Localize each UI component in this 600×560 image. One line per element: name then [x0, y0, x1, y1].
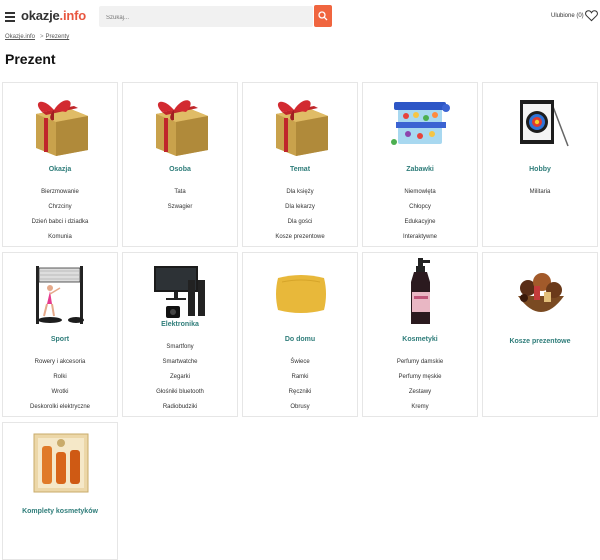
search-button[interactable] [314, 5, 332, 27]
tv-speakers-icon[interactable] [148, 258, 214, 328]
subcategory-link[interactable]: Dla lekarzy [243, 200, 357, 215]
subcategory-link[interactable]: Tata [123, 185, 237, 200]
search-icon [318, 11, 328, 21]
subcategory-link[interactable]: Dla gości [243, 215, 357, 230]
category-card: Okazja Bierzmowanie Chrzciny Dzień babci i … [2, 82, 118, 247]
subcategory-link[interactable]: Rowery i akcesoria [3, 355, 117, 370]
site-logo[interactable]: okazje.info [21, 8, 86, 23]
category-card: Do domu Świece Ramki Ręczniki Obrusy [242, 252, 358, 417]
subcategory-list: Perfumy damskie Perfumy męskie Zestawy Krem… [363, 355, 477, 415]
gift-box-icon[interactable] [148, 88, 214, 158]
breadcrumb-current[interactable]: Prezenty [46, 34, 70, 40]
category-title[interactable]: Hobby [483, 166, 597, 173]
category-card: Zabawki Niemowlęta Chłopcy Edukacyjne Intera… [362, 82, 478, 247]
subcategory-link[interactable]: Perfumy męskie [363, 370, 477, 385]
subcategory-link[interactable]: Chłopcy [363, 200, 477, 215]
heart-icon[interactable] [585, 9, 598, 22]
category-card: Hobby Militaria [482, 82, 598, 247]
cosmetic-bottle-icon[interactable] [388, 258, 454, 328]
category-card: Temat Dla księży Dla lekarzy Dla gości Kosze… [242, 82, 358, 247]
subcategory-link[interactable]: Wrotki [3, 385, 117, 400]
subcategory-list: Dla księży Dla lekarzy Dla gości Kosze prez… [243, 185, 357, 245]
archery-target-icon[interactable] [508, 88, 574, 158]
subcategory-link[interactable]: Ramki [243, 370, 357, 385]
cosmetic-set-icon[interactable] [28, 428, 94, 498]
subcategory-link[interactable]: Obrusy [243, 400, 357, 415]
category-card: Sport Rowery i akcesoria Rolki Wrotki Deskor… [2, 252, 118, 417]
category-title[interactable]: Do domu [243, 336, 357, 343]
subcategory-list: Bierzmowanie Chrzciny Dzień babci i dziadk… [3, 185, 117, 245]
gift-box-icon[interactable] [28, 88, 94, 158]
subcategory-list: Niemowlęta Chłopcy Edukacyjne Interaktywne [363, 185, 477, 245]
subcategory-list: Rowery i akcesoria Rolki Wrotki Deskorolki … [3, 355, 117, 415]
subcategory-link[interactable]: Perfumy damskie [363, 355, 477, 370]
breadcrumb: Okazje.info > Prezenty [5, 34, 69, 40]
subcategory-link[interactable]: Chrzciny [3, 200, 117, 215]
subcategory-link[interactable]: Bierzmowanie [3, 185, 117, 200]
logo-text: okazje [21, 8, 60, 23]
badminton-set-icon[interactable] [28, 258, 94, 328]
subcategory-link[interactable]: Deskorolki elektryczne [3, 400, 117, 415]
category-card: Elektronika Smartfony Smartwatche Zegarki Gł… [122, 252, 238, 417]
category-card: Osoba Tata Szwagier [122, 82, 238, 247]
subcategory-list: Tata Szwagier [123, 185, 237, 215]
search-input[interactable] [99, 7, 313, 29]
subcategory-link[interactable]: Komunia [3, 230, 117, 245]
category-title[interactable]: Zabawki [363, 166, 477, 173]
subcategory-link[interactable]: Świece [243, 355, 357, 370]
favorites-link[interactable]: Ulubione (0) [551, 13, 584, 19]
subcategory-link[interactable]: Dla księży [243, 185, 357, 200]
category-card: Kosze prezentowe [482, 252, 598, 417]
subcategory-link[interactable]: Niemowlęta [363, 185, 477, 200]
subcategory-link[interactable]: Kosze prezentowe [243, 230, 357, 245]
breadcrumb-separator: > [40, 34, 44, 40]
subcategory-link[interactable]: Zestawy [363, 385, 477, 400]
logo-suffix: .info [59, 8, 87, 23]
search-box [99, 6, 313, 29]
toy-bin-icon[interactable] [388, 88, 454, 158]
menu-icon[interactable] [5, 12, 15, 22]
subcategory-link[interactable]: Zegarki [123, 370, 237, 385]
subcategory-link[interactable]: Radiobudziki [123, 400, 237, 415]
category-card: Kosmetyki Perfumy damskie Perfumy męskie Ze… [362, 252, 478, 417]
category-title[interactable]: Komplety kosmetyków [3, 508, 117, 515]
subcategory-link[interactable]: Rolki [3, 370, 117, 385]
category-title[interactable]: Kosmetyki [363, 336, 477, 343]
category-title[interactable]: Sport [3, 336, 117, 343]
gift-box-icon[interactable] [268, 88, 334, 158]
breadcrumb-home[interactable]: Okazje.info [5, 34, 35, 40]
subcategory-link[interactable]: Smartwatche [123, 355, 237, 370]
subcategory-link[interactable]: Kremy [363, 400, 477, 415]
subcategory-link[interactable]: Smartfony [123, 340, 237, 355]
category-grid: Okazja Bierzmowanie Chrzciny Dzień babci i … [2, 82, 599, 560]
category-title[interactable]: Osoba [123, 166, 237, 173]
category-card: Komplety kosmetyków [2, 422, 118, 560]
subcategory-link[interactable]: Militaria [483, 185, 597, 200]
subcategory-link[interactable]: Ręczniki [243, 385, 357, 400]
page-title: Prezent [5, 51, 56, 67]
site-header: okazje.info Ulubione (0) [0, 0, 600, 34]
subcategory-link[interactable]: Dzień babci i dziadka [3, 215, 117, 230]
subcategory-list: Smartfony Smartwatche Zegarki Głośniki blue… [123, 340, 237, 415]
category-title[interactable]: Kosze prezentowe [483, 338, 597, 345]
pillow-icon[interactable] [268, 258, 334, 328]
subcategory-list: Militaria [483, 185, 597, 200]
subcategory-link[interactable]: Interaktywne [363, 230, 477, 245]
category-title[interactable]: Temat [243, 166, 357, 173]
gift-basket-icon[interactable] [508, 258, 574, 328]
subcategory-link[interactable]: Głośniki bluetooth [123, 385, 237, 400]
category-title[interactable]: Elektronika [123, 321, 237, 328]
subcategory-list: Świece Ramki Ręczniki Obrusy [243, 355, 357, 415]
subcategory-link[interactable]: Edukacyjne [363, 215, 477, 230]
category-title[interactable]: Okazja [3, 166, 117, 173]
subcategory-link[interactable]: Szwagier [123, 200, 237, 215]
